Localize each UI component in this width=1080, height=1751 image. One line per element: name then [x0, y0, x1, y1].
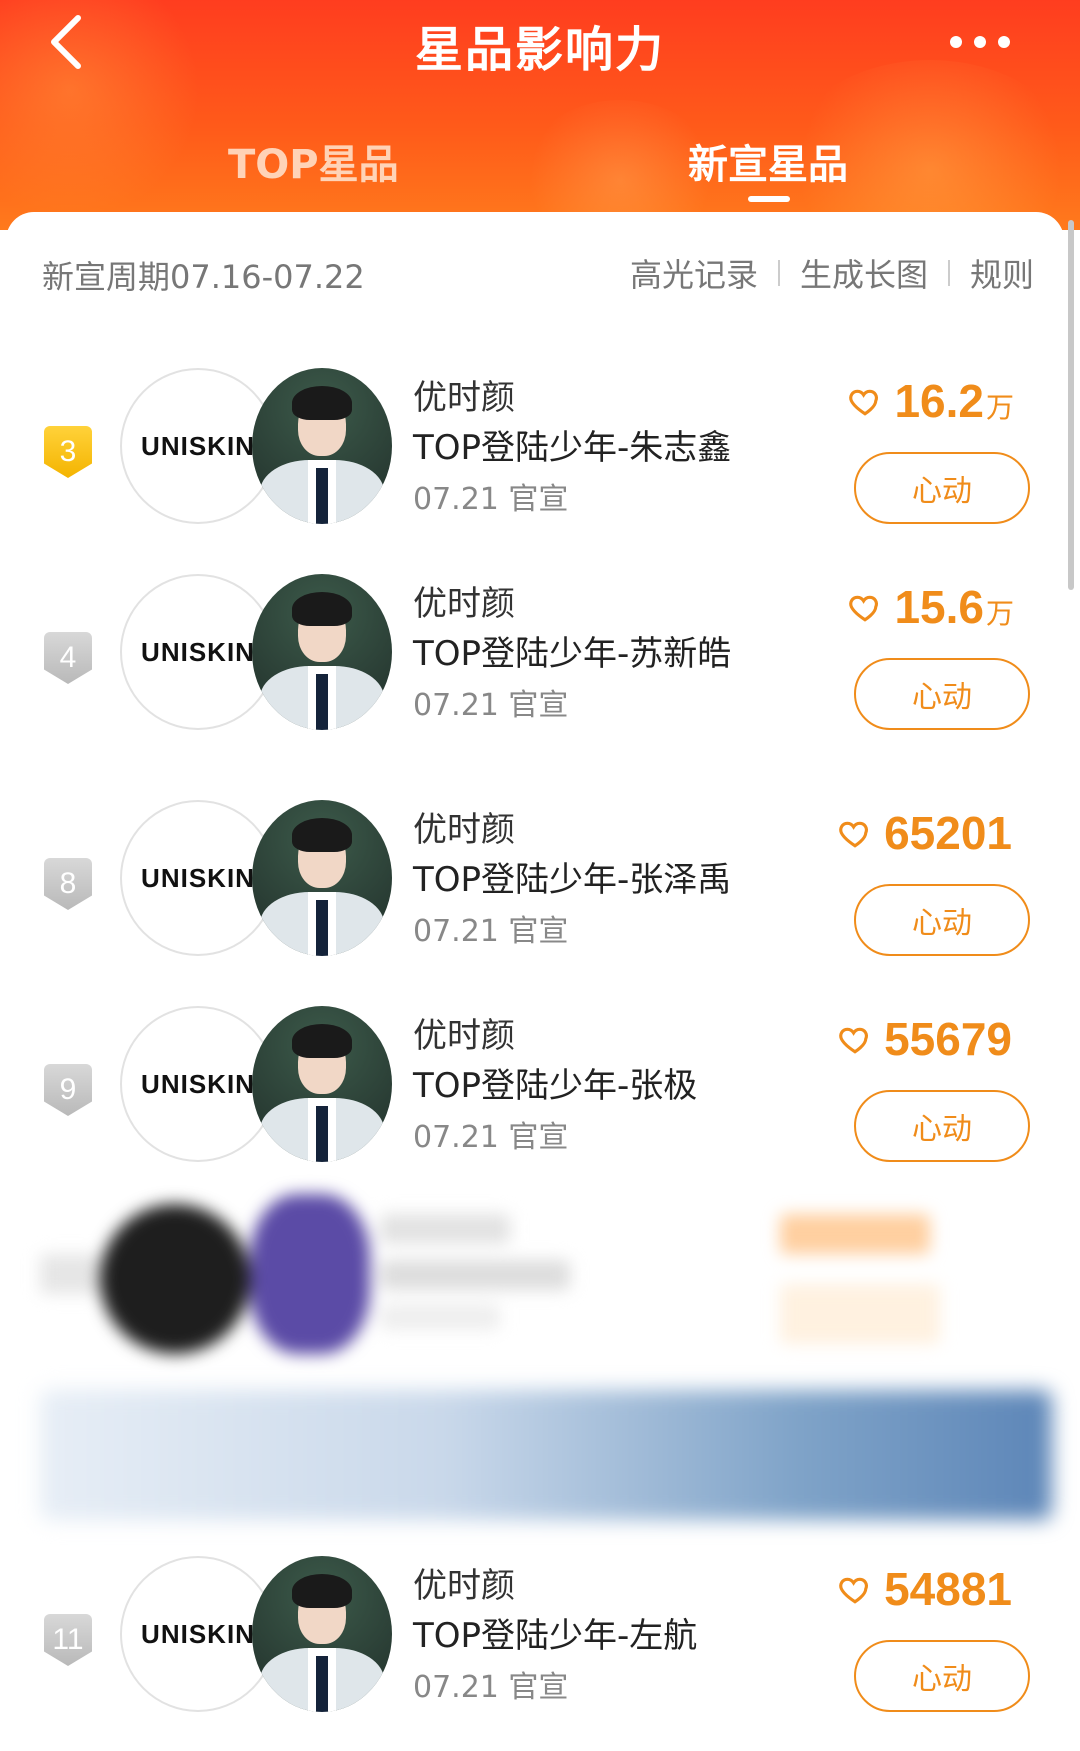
product-name: TOP登陆少年-苏新皓	[413, 634, 732, 674]
likes-number: 55679	[884, 1013, 1012, 1065]
rank-badge: 3	[44, 426, 92, 478]
brand-name: 优时颜	[413, 810, 515, 850]
redacted-list-item	[40, 1184, 1040, 1384]
avatar	[252, 800, 392, 956]
likes-number: 16.2	[894, 375, 984, 427]
avatar	[252, 1556, 392, 1712]
period-label: 新宣周期07.16-07.22	[42, 258, 365, 296]
list-item[interactable]: 4 UNISKIN 优时颜 TOP登陆少年-苏新皓 07.21 官宣 15.6 …	[0, 574, 1080, 734]
heart-button[interactable]: 心动	[854, 1090, 1030, 1162]
product-name: TOP登陆少年-张极	[413, 1066, 698, 1106]
product-name: TOP登陆少年-朱志鑫	[413, 428, 732, 468]
likes-count: 16.2 万	[848, 374, 1014, 428]
likes-number: 54881	[884, 1563, 1012, 1615]
more-button[interactable]	[950, 22, 1030, 62]
release-date: 07.21 官宣	[413, 482, 569, 517]
active-tab-indicator	[748, 196, 790, 202]
divider	[777, 260, 780, 286]
brand-name: 优时颜	[413, 1016, 515, 1056]
heart-outline-icon	[839, 821, 869, 848]
more-dots-icon	[950, 36, 962, 48]
brand-name: 优时颜	[413, 378, 515, 418]
list-item[interactable]: 9 UNISKIN 优时颜 TOP登陆少年-张极 07.21 官宣 55679 …	[0, 1006, 1080, 1166]
release-date: 07.21 官宣	[413, 914, 569, 949]
rank-badge: 8	[44, 858, 92, 910]
likes-number: 65201	[884, 807, 1012, 859]
highlight-record-link[interactable]: 高光记录	[630, 250, 758, 296]
avatar	[252, 368, 392, 524]
rank-badge: 9	[44, 1064, 92, 1116]
toolbar-links: 高光记录 生成长图 规则	[630, 250, 1034, 296]
rules-link[interactable]: 规则	[970, 250, 1034, 296]
heart-button[interactable]: 心动	[854, 452, 1030, 524]
rank-badge: 4	[44, 632, 92, 684]
likes-count: 55679	[838, 1012, 1014, 1066]
avatar	[252, 574, 392, 730]
generate-long-image-link[interactable]: 生成长图	[800, 250, 928, 296]
divider	[947, 260, 950, 286]
likes-count: 54881	[838, 1562, 1014, 1616]
release-date: 07.21 官宣	[413, 1120, 569, 1155]
more-dots-icon	[998, 36, 1010, 48]
release-date: 07.21 官宣	[413, 688, 569, 723]
heart-outline-icon	[849, 595, 879, 622]
likes-count: 65201	[838, 806, 1014, 860]
list-item[interactable]: 11 UNISKIN 优时颜 TOP登陆少年-左航 07.21 官宣 54881…	[0, 1556, 1080, 1716]
heart-button[interactable]: 心动	[854, 884, 1030, 956]
heart-outline-icon	[849, 389, 879, 416]
likes-unit: 万	[985, 597, 1014, 630]
release-date: 07.21 官宣	[413, 1670, 569, 1705]
list-item[interactable]: 8 UNISKIN 优时颜 TOP登陆少年-张泽禹 07.21 官宣 65201…	[0, 800, 1080, 960]
list-item[interactable]: 3 UNISKIN 优时颜 TOP登陆少年-朱志鑫 07.21 官宣 16.2 …	[0, 368, 1080, 528]
more-dots-icon	[974, 36, 986, 48]
likes-count: 15.6 万	[848, 580, 1014, 634]
tab-top-products[interactable]: TOP星品	[228, 132, 399, 190]
page-title: 星品影响力	[414, 22, 665, 78]
app-header: 星品影响力 TOP星品 新宣星品	[0, 0, 1080, 230]
brand-name: 优时颜	[413, 584, 515, 624]
product-name: TOP登陆少年-左航	[413, 1616, 698, 1656]
heart-outline-icon	[839, 1577, 869, 1604]
heart-button[interactable]: 心动	[854, 1640, 1030, 1712]
redacted-banner	[40, 1390, 1052, 1520]
brand-name: 优时颜	[413, 1566, 515, 1606]
likes-unit: 万	[985, 391, 1014, 424]
heart-outline-icon	[839, 1027, 869, 1054]
avatar	[252, 1006, 392, 1162]
product-name: TOP登陆少年-张泽禹	[413, 860, 732, 900]
heart-button[interactable]: 心动	[854, 658, 1030, 730]
rank-badge: 11	[44, 1614, 92, 1666]
likes-number: 15.6	[894, 581, 984, 633]
tab-new-products[interactable]: 新宣星品	[688, 132, 848, 190]
